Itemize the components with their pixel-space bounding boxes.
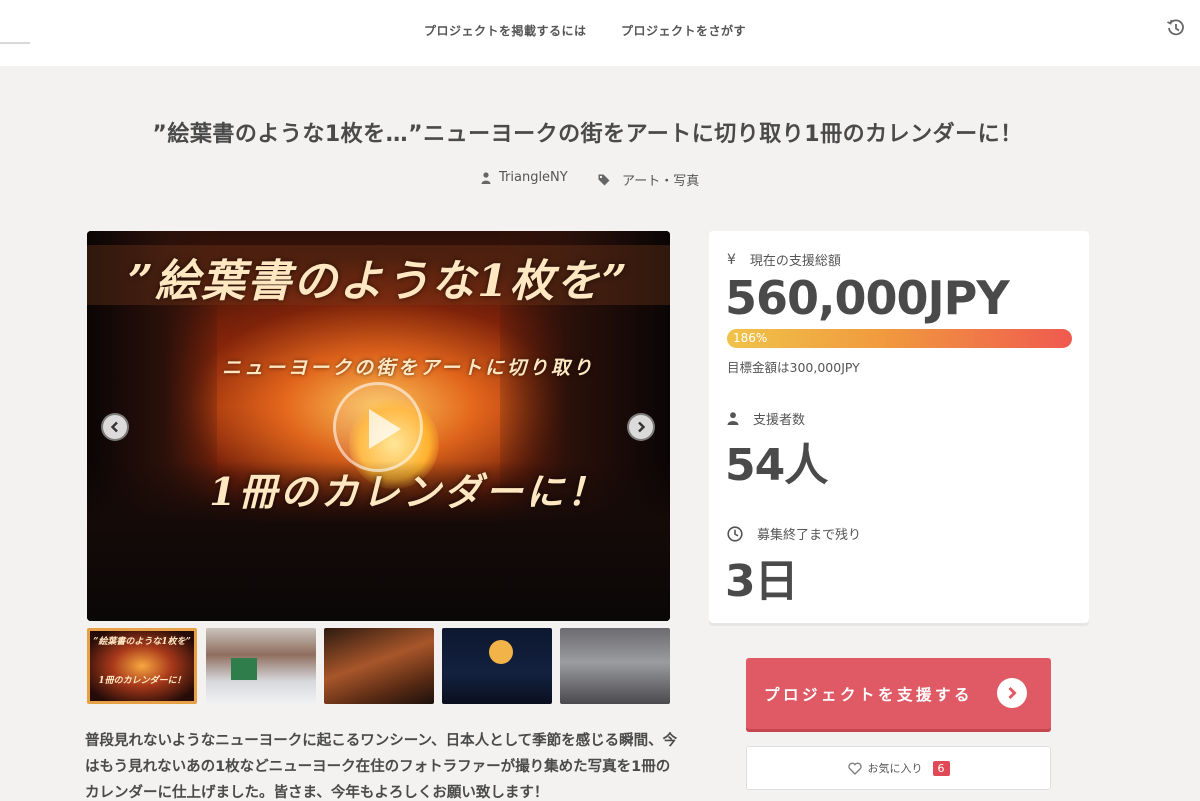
remaining-label-row: 募集終了まで残り (727, 524, 861, 543)
user-icon (481, 171, 491, 184)
hero-subheadline: ニューヨークの街をアートに切り取り (222, 357, 595, 379)
backers-label: 支援者数 (753, 413, 806, 428)
amount-value: 560,000JPY (725, 271, 1010, 325)
clock-icon (727, 525, 743, 542)
project-title: ”絵葉書のような1枚を…”ニューヨークの街をアートに切り取り1冊のカレンダーに！ (152, 122, 1023, 147)
owner-name: TriangleNY (499, 170, 568, 185)
amount-label: 現在の支援総額 (749, 254, 841, 269)
backers-label-row: 支援者数 (727, 409, 805, 428)
thumbnail-1-caption-bottom: 1冊のカレンダーに！ (98, 676, 186, 686)
remaining-value: 3日 (725, 556, 799, 607)
chevron-right-icon (638, 421, 646, 433)
thumbnail-4-moon (489, 640, 513, 664)
play-button[interactable] (333, 382, 423, 472)
progress-percent: 186% (733, 331, 768, 345)
thumbnail-5[interactable] (560, 628, 670, 704)
logo-line (0, 42, 30, 44)
arrow-right-circle-icon (997, 678, 1027, 708)
user-icon (727, 412, 739, 425)
stats-card: ¥ 現在の支援総額 560,000JPY 186% 目標金額は300,000JP… (709, 231, 1089, 623)
thumbnail-1-caption-top: ”絵葉書のような1枚を” (93, 637, 191, 647)
project-category[interactable]: アート・写真 (598, 170, 699, 189)
project-video[interactable]: ”絵葉書のような1枚を” ニューヨークの街をアートに切り取り 1冊のカレンダーに… (87, 231, 670, 621)
top-nav: プロジェクトを掲載するには プロジェクトをさがす (0, 0, 1200, 66)
chevron-left-icon (110, 421, 118, 433)
project-description: 普段見れないようなニューヨークに起こるワンシーン、日本人として季節を感じる瞬間、… (85, 733, 678, 801)
category-name: アート・写真 (622, 174, 700, 189)
thumbnail-3[interactable] (324, 628, 434, 704)
thumbnail-2-newsstand (231, 658, 257, 680)
support-project-button[interactable]: プロジェクトを支援する (746, 658, 1051, 729)
goal-amount: 目標金額は300,000JPY (727, 360, 860, 375)
backers-value: 54人 (725, 440, 828, 491)
thumbnail-4[interactable] (442, 628, 552, 704)
thumbnail-1[interactable]: ”絵葉書のような1枚を” 1冊のカレンダーに！ (87, 628, 197, 704)
nav-link-find-project[interactable]: プロジェクトをさがす (621, 22, 746, 39)
funding-progress-bar: 186% (727, 329, 1072, 348)
favorite-count-badge: 6 (932, 760, 950, 776)
project-owner[interactable]: TriangleNY (481, 170, 568, 185)
thumbnail-2[interactable] (206, 628, 316, 704)
support-button-label: プロジェクトを支援する (764, 685, 974, 704)
hero-headline: ”絵葉書のような1枚を” (127, 256, 630, 307)
nav-link-list-project[interactable]: プロジェクトを掲載するには (424, 22, 587, 39)
yen-icon: ¥ (727, 251, 736, 268)
remaining-label: 募集終了まで残り (757, 528, 862, 543)
tag-icon (598, 174, 610, 185)
next-slide-button[interactable] (627, 413, 655, 441)
prev-slide-button[interactable] (101, 413, 129, 441)
heart-icon (847, 762, 862, 775)
favorite-label: お気に入り (867, 762, 923, 775)
favorite-button[interactable]: お気に入り 6 (746, 746, 1051, 790)
thumbnail-strip: ”絵葉書のような1枚を” 1冊のカレンダーに！ (87, 628, 670, 704)
amount-label-row: ¥ 現在の支援総額 (727, 250, 841, 270)
history-icon[interactable] (1166, 18, 1186, 38)
